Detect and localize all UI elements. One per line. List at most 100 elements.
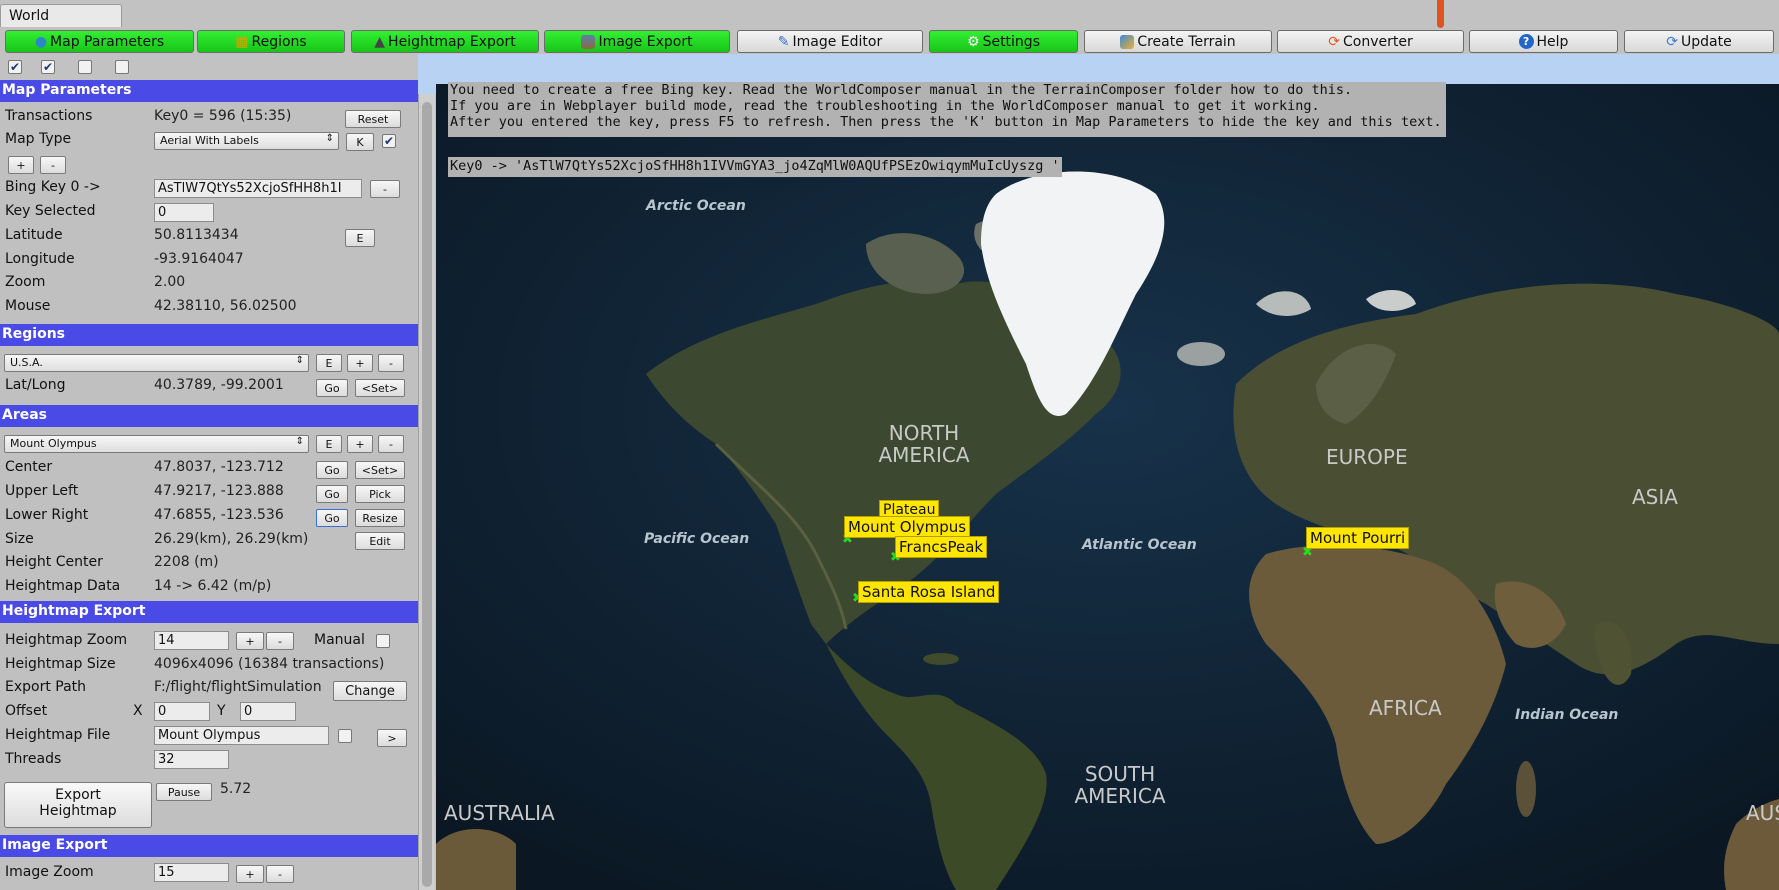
area-marker-mount-pourri[interactable]: Mount Pourri	[1306, 527, 1410, 549]
lower-right-go-button[interactable]: Go	[316, 509, 348, 527]
heightmap-data-label: Heightmap Data	[5, 578, 121, 594]
image-zoom-label: Image Zoom	[5, 864, 94, 880]
zoom-label: Zoom	[5, 274, 46, 290]
heightmap-size-label: Heightmap Size	[5, 656, 116, 672]
size-value: 26.29(km), 26.29(km)	[154, 531, 309, 547]
bing-key-display: Key0 -> 'AsTlW7QtYs52XcjoSfHH8h1IVVmGYA3…	[448, 157, 1062, 177]
center-go-button[interactable]: Go	[316, 461, 348, 479]
size-edit-button[interactable]: Edit	[355, 532, 405, 550]
bing-key-remove-button[interactable]: -	[370, 180, 400, 198]
heightmap-zoom-minus-button[interactable]: -	[266, 632, 294, 650]
grid-icon: ▦	[235, 33, 249, 50]
area-remove-button[interactable]: -	[378, 435, 404, 453]
region-add-button[interactable]: +	[347, 354, 373, 372]
heightmap-file-next-button[interactable]: >	[377, 729, 407, 747]
checkbox-1[interactable]: ✔	[8, 60, 22, 74]
resize-handle[interactable]	[1437, 0, 1444, 28]
continent-label-asia: ASIA	[1632, 485, 1678, 509]
offset-x-label: X	[133, 703, 143, 719]
heightmap-export-header: Heightmap Export	[0, 601, 418, 623]
latlong-value: 40.3789, -99.2001	[154, 377, 284, 393]
map-type-label: Map Type	[5, 131, 72, 147]
area-edit-button[interactable]: E	[316, 435, 342, 453]
latitude-edit-button[interactable]: E	[345, 229, 375, 247]
create-terrain-button[interactable]: Create Terrain	[1084, 30, 1272, 53]
map-parameters-button[interactable]: ● Map Parameters	[5, 30, 194, 53]
export-path-value: F:/flight/flightSimulation	[154, 679, 322, 695]
region-set-button[interactable]: <Set>	[355, 379, 405, 397]
change-path-button[interactable]: Change	[333, 681, 407, 701]
longitude-label: Longitude	[5, 251, 75, 267]
manual-label: Manual	[314, 632, 365, 648]
continent-label-south-america: SOUTH AMERICA	[1074, 762, 1166, 808]
terrain-grid-icon	[1120, 34, 1135, 49]
heightmap-zoom-label: Heightmap Zoom	[5, 632, 128, 648]
areas-header: Areas	[0, 405, 418, 427]
converter-button[interactable]: ⟳ Converter	[1277, 30, 1464, 53]
region-edit-button[interactable]: E	[316, 354, 342, 372]
image-zoom-minus-button[interactable]: -	[266, 865, 294, 883]
update-button[interactable]: ⟳ Update	[1624, 30, 1774, 53]
bing-key-label: Bing Key 0 ->	[5, 179, 101, 195]
world-map[interactable]: Arctic Ocean Pacific Ocean Atlantic Ocea…	[436, 84, 1779, 890]
terrain-icon: ▲	[374, 33, 386, 50]
pause-button[interactable]: Pause	[156, 783, 212, 801]
panel-scrollbar[interactable]: ▲	[418, 80, 435, 890]
area-select[interactable]: Mount Olympus ⇕	[4, 435, 309, 453]
area-marker-francspeak[interactable]: FrancsPeak	[895, 536, 988, 558]
region-select[interactable]: U.S.A. ⇕	[4, 354, 309, 372]
pencil-icon: ✎	[777, 33, 790, 50]
image-editor-button[interactable]: ✎ Image Editor	[737, 30, 923, 53]
settings-button[interactable]: ⚙ Settings	[929, 30, 1078, 53]
checkbox-2[interactable]: ✔	[41, 60, 55, 74]
image-zoom-plus-button[interactable]: +	[236, 865, 264, 883]
heightmap-export-button[interactable]: ▲ Heightmap Export	[351, 30, 539, 53]
offset-x-field[interactable]: 0	[154, 702, 210, 721]
zoom-value: 2.00	[154, 274, 186, 290]
image-icon	[581, 34, 596, 49]
heightmap-file-field[interactable]: Mount Olympus	[154, 726, 329, 745]
area-marker-santa-rosa[interactable]: Santa Rosa Island	[858, 581, 1000, 603]
image-export-header: Image Export	[0, 835, 418, 857]
heightmap-zoom-field[interactable]: 14	[154, 631, 229, 650]
bing-key-notice: You need to create a free Bing key. Read…	[448, 82, 1446, 137]
ocean-label-arctic: Arctic Ocean	[646, 198, 746, 214]
k-button[interactable]: K	[346, 133, 374, 151]
area-add-button[interactable]: +	[347, 435, 373, 453]
help-button[interactable]: ? Help	[1469, 30, 1618, 53]
center-set-button[interactable]: <Set>	[355, 461, 405, 479]
window-tab[interactable]: World	[0, 4, 122, 27]
heightmap-zoom-plus-button[interactable]: +	[236, 632, 264, 650]
height-center-label: Height Center	[5, 554, 103, 570]
image-zoom-field[interactable]: 15	[154, 863, 229, 882]
regions-button[interactable]: ▦ Regions	[197, 30, 345, 53]
export-heightmap-button[interactable]: Export Heightmap	[4, 782, 152, 828]
resize-button[interactable]: Resize	[355, 509, 405, 527]
upper-left-go-button[interactable]: Go	[316, 485, 348, 503]
threads-field[interactable]: 32	[154, 750, 229, 769]
checkbox-3[interactable]	[78, 60, 92, 74]
image-export-button[interactable]: Image Export	[544, 30, 730, 53]
region-go-button[interactable]: Go	[316, 379, 348, 397]
region-remove-button[interactable]: -	[378, 354, 404, 372]
add-key-button[interactable]: +	[8, 156, 34, 174]
map-type-select[interactable]: Aerial With Labels ⇕	[154, 132, 339, 150]
offset-y-field[interactable]: 0	[240, 702, 296, 721]
mouse-label: Mouse	[5, 298, 51, 314]
remove-key-button[interactable]: -	[40, 156, 66, 174]
scrollbar-thumb[interactable]	[422, 102, 432, 887]
bing-key-field[interactable]: AsTlW7QtYs52XcjoSfHH8h1I	[154, 179, 362, 198]
key-selected-field[interactable]: 0	[154, 203, 214, 222]
checkbox-4[interactable]	[115, 60, 129, 74]
heightmap-file-checkbox[interactable]	[338, 729, 352, 743]
center-value: 47.8037, -123.712	[154, 459, 284, 475]
lower-right-value: 47.6855, -123.536	[154, 507, 284, 523]
area-marker-mount-olympus[interactable]: Mount Olympus	[844, 516, 971, 538]
heightmap-size-value: 4096x4096 (16384 transactions)	[154, 656, 385, 672]
k-checkbox[interactable]: ✔	[382, 134, 396, 148]
reset-button[interactable]: Reset	[345, 110, 401, 128]
height-center-value: 2208 (m)	[154, 554, 219, 570]
pick-button[interactable]: Pick	[355, 485, 405, 503]
manual-checkbox[interactable]	[376, 634, 390, 648]
threads-label: Threads	[5, 751, 62, 767]
